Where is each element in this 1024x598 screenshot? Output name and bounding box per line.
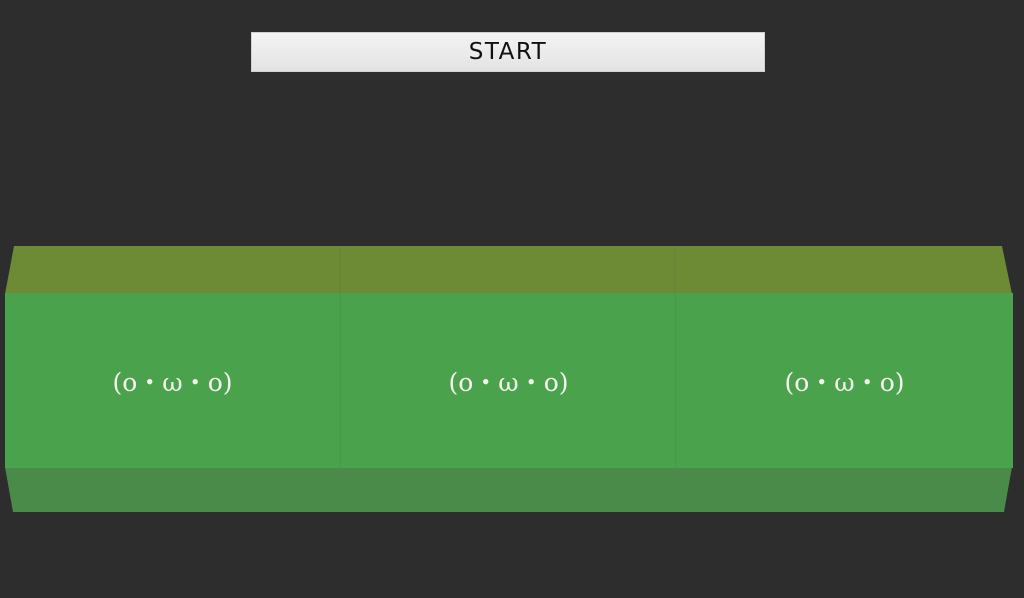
reel-2[interactable]: (o・ω・o) xyxy=(340,293,676,468)
game-stage: START (o・ω・o) (o・ω・o) (o・ω・o) xyxy=(0,0,1024,598)
reel-3-face: (o・ω・o) xyxy=(784,367,905,397)
reel-3[interactable]: (o・ω・o) xyxy=(675,293,1013,468)
reel-2-face: (o・ω・o) xyxy=(448,367,569,397)
reel-1-face: (o・ω・o) xyxy=(112,367,233,397)
reel-1[interactable]: (o・ω・o) xyxy=(5,293,340,468)
reel-bottom-bevel xyxy=(5,467,1012,512)
reel-top-bevel xyxy=(5,246,1012,294)
